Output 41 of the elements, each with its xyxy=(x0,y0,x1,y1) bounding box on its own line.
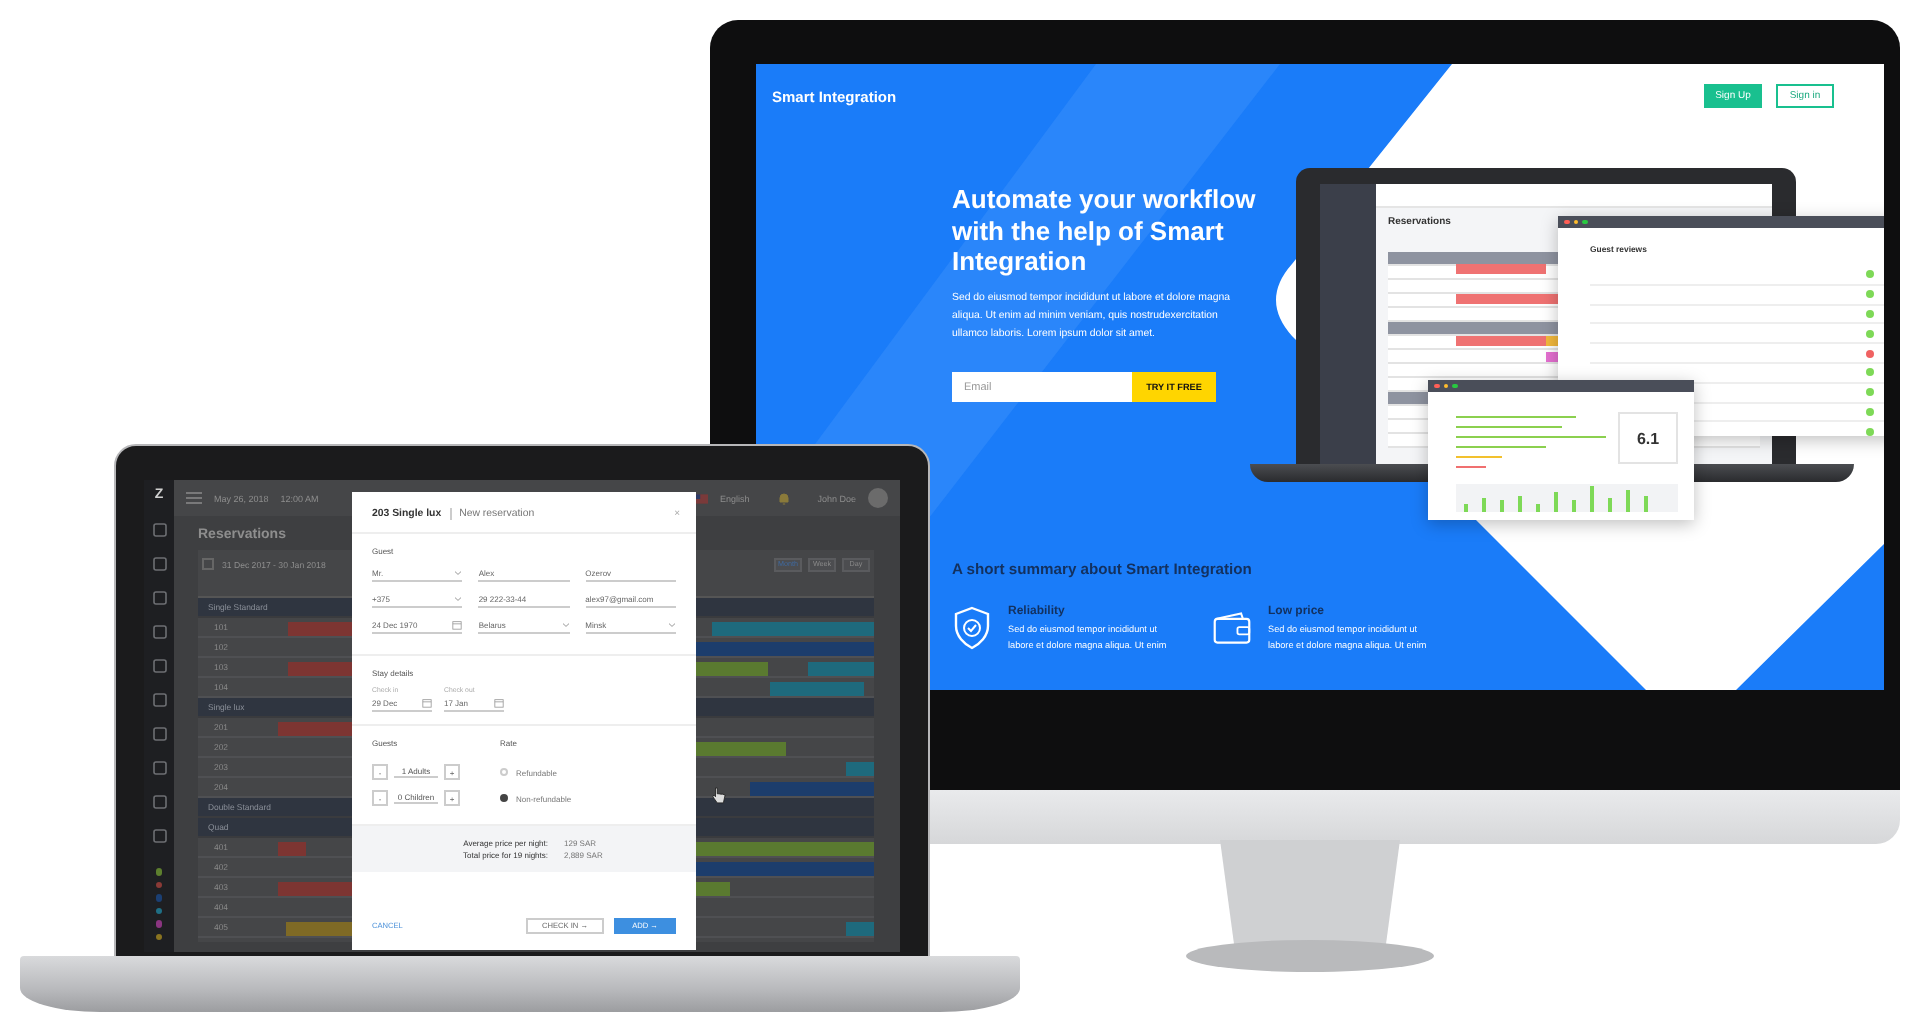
review-score: 6.1 xyxy=(1618,412,1678,464)
avatar[interactable] xyxy=(868,488,888,508)
status-dot xyxy=(1866,368,1874,377)
nav-icon[interactable] xyxy=(151,794,167,810)
calendar-icon xyxy=(452,619,463,629)
caret-icon xyxy=(454,569,463,575)
booking-bar[interactable] xyxy=(288,661,354,675)
booking-bar[interactable] xyxy=(278,881,354,895)
calendar-icon xyxy=(494,697,504,707)
status-dot xyxy=(1866,407,1874,416)
nav-icon[interactable] xyxy=(151,590,167,606)
status-dot xyxy=(1866,329,1874,338)
booking-bar[interactable] xyxy=(288,621,354,635)
status-dot xyxy=(1866,388,1874,397)
nav-icon[interactable] xyxy=(151,726,167,742)
radio-button[interactable] xyxy=(500,794,508,802)
status-dot xyxy=(1866,349,1874,358)
bell-icon[interactable] xyxy=(777,491,790,505)
booking-bar[interactable] xyxy=(278,721,354,735)
status-dot xyxy=(1866,309,1874,318)
menu-icon[interactable] xyxy=(186,492,202,504)
booking-bar[interactable] xyxy=(286,921,354,935)
calendar-icon xyxy=(422,697,432,707)
status-dot xyxy=(1866,427,1874,436)
booking-bar xyxy=(1456,264,1546,274)
nav-icon[interactable] xyxy=(151,522,167,538)
caret-icon xyxy=(667,621,676,627)
nav-icon[interactable] xyxy=(151,658,167,674)
status-dot xyxy=(1866,290,1874,299)
nav-icon[interactable] xyxy=(151,556,167,572)
hero-heading: Automate your workflow with the help of Smart Integration xyxy=(952,184,1258,277)
caret-icon xyxy=(561,621,570,627)
caret-icon xyxy=(454,595,463,601)
status-dot xyxy=(1866,270,1874,279)
nav-icon[interactable] xyxy=(151,760,167,776)
nav-icon[interactable] xyxy=(151,624,167,640)
pointer-cursor-icon xyxy=(712,786,726,804)
nav-icon[interactable] xyxy=(151,692,167,708)
shield-check-icon xyxy=(952,606,992,651)
nav-icon[interactable] xyxy=(151,828,167,844)
previous-button[interactable] xyxy=(202,558,214,570)
